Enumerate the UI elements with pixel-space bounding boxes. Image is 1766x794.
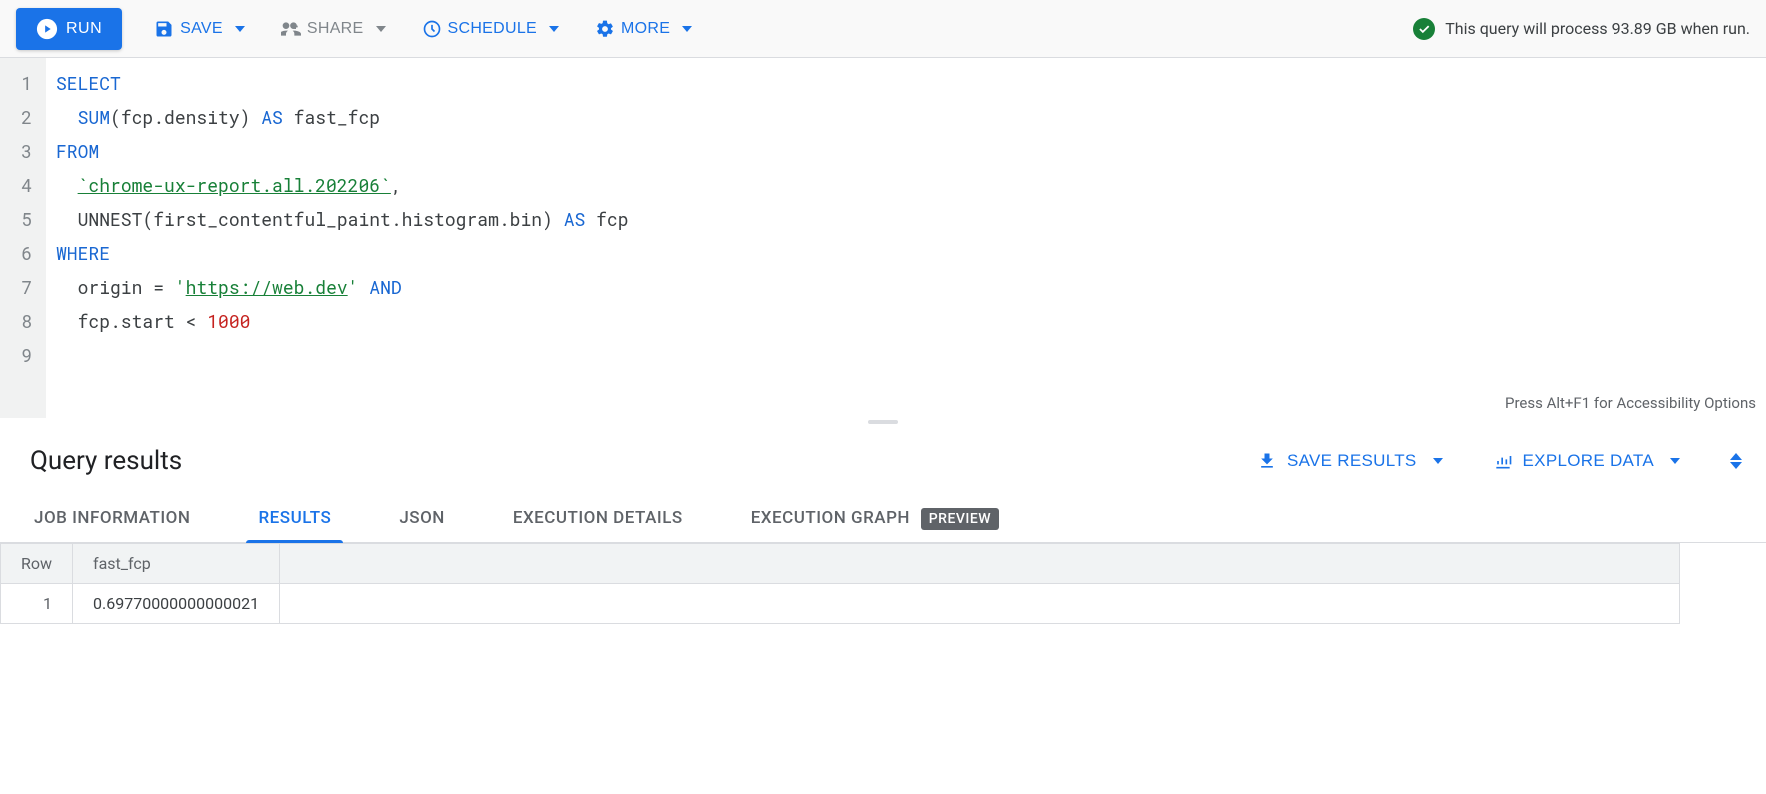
tab-execution-graph[interactable]: EXECUTION GRAPH PREVIEW [747, 496, 1003, 542]
download-icon [1257, 451, 1277, 471]
table-header: Row [1, 544, 73, 584]
expand-collapse-button[interactable] [1730, 453, 1742, 469]
save-results-button[interactable]: SAVE RESULTS [1257, 451, 1443, 471]
schedule-label: SCHEDULE [448, 20, 538, 38]
more-label: MORE [621, 20, 670, 38]
save-label: SAVE [180, 20, 223, 38]
code-line: `chrome-ux-report.all.202206`, [46, 168, 1766, 202]
chevron-down-icon [376, 26, 386, 32]
code-line: fcp.start < 1000 [46, 304, 1766, 338]
clock-icon [422, 19, 442, 39]
check-circle-icon [1413, 18, 1435, 40]
table-cell: 0.69770000000000021 [73, 584, 280, 624]
chevron-down-icon [235, 26, 245, 32]
pane-resize-handle[interactable] [0, 418, 1766, 426]
results-tabs: JOB INFORMATION RESULTS JSON EXECUTION D… [0, 484, 1766, 543]
more-button[interactable]: MORE [591, 11, 696, 47]
share-label: SHARE [307, 20, 364, 38]
chevron-down-icon [549, 26, 559, 32]
explore-data-button[interactable]: EXPLORE DATA [1493, 451, 1680, 471]
query-status: This query will process 93.89 GB when ru… [1413, 18, 1750, 40]
tab-job-information[interactable]: JOB INFORMATION [30, 496, 194, 542]
line-gutter: 123456789 [0, 58, 46, 418]
save-results-label: SAVE RESULTS [1287, 451, 1417, 471]
chevron-down-icon [1670, 458, 1680, 464]
table-cell: 1 [1, 584, 73, 624]
code-area[interactable]: SELECT SUM(fcp.density) AS fast_fcpFROM … [46, 58, 1766, 418]
save-icon [154, 19, 174, 39]
schedule-button[interactable]: SCHEDULE [418, 11, 564, 47]
code-line: FROM [46, 134, 1766, 168]
tab-results[interactable]: RESULTS [254, 496, 335, 542]
play-icon [36, 18, 58, 40]
run-label: RUN [66, 20, 102, 38]
explore-data-label: EXPLORE DATA [1523, 451, 1654, 471]
table-header: fast_fcp [73, 544, 280, 584]
gear-icon [595, 19, 615, 39]
code-line: WHERE [46, 236, 1766, 270]
toolbar: RUN SAVE SHARE SCHEDULE MORE This query … [0, 0, 1766, 58]
results-table: Rowfast_fcp10.69770000000000021 [0, 543, 1680, 624]
chevron-down-icon [1730, 462, 1742, 469]
chevron-down-icon [682, 26, 692, 32]
table-row: 10.69770000000000021 [1, 584, 1680, 624]
chart-icon [1493, 451, 1513, 471]
sql-editor[interactable]: 123456789 SELECT SUM(fcp.density) AS fas… [0, 58, 1766, 418]
share-button[interactable]: SHARE [277, 11, 390, 47]
code-line: SUM(fcp.density) AS fast_fcp [46, 100, 1766, 134]
code-line: UNNEST(first_contentful_paint.histogram.… [46, 202, 1766, 236]
run-button[interactable]: RUN [16, 8, 122, 50]
tab-execution-graph-label: EXECUTION GRAPH [751, 508, 910, 528]
status-text: This query will process 93.89 GB when ru… [1445, 19, 1750, 38]
preview-badge: PREVIEW [921, 508, 999, 530]
share-icon [281, 19, 301, 39]
save-button[interactable]: SAVE [150, 11, 249, 47]
chevron-up-icon [1730, 453, 1742, 460]
results-title: Query results [30, 446, 182, 476]
a11y-hint: Press Alt+F1 for Accessibility Options [1505, 394, 1756, 412]
tab-json[interactable]: JSON [395, 496, 449, 542]
code-line: SELECT [46, 66, 1766, 100]
code-line: origin = 'https://web.dev' AND [46, 270, 1766, 304]
results-header: Query results SAVE RESULTS EXPLORE DATA [0, 426, 1766, 484]
chevron-down-icon [1433, 458, 1443, 464]
tab-execution-details[interactable]: EXECUTION DETAILS [509, 496, 687, 542]
